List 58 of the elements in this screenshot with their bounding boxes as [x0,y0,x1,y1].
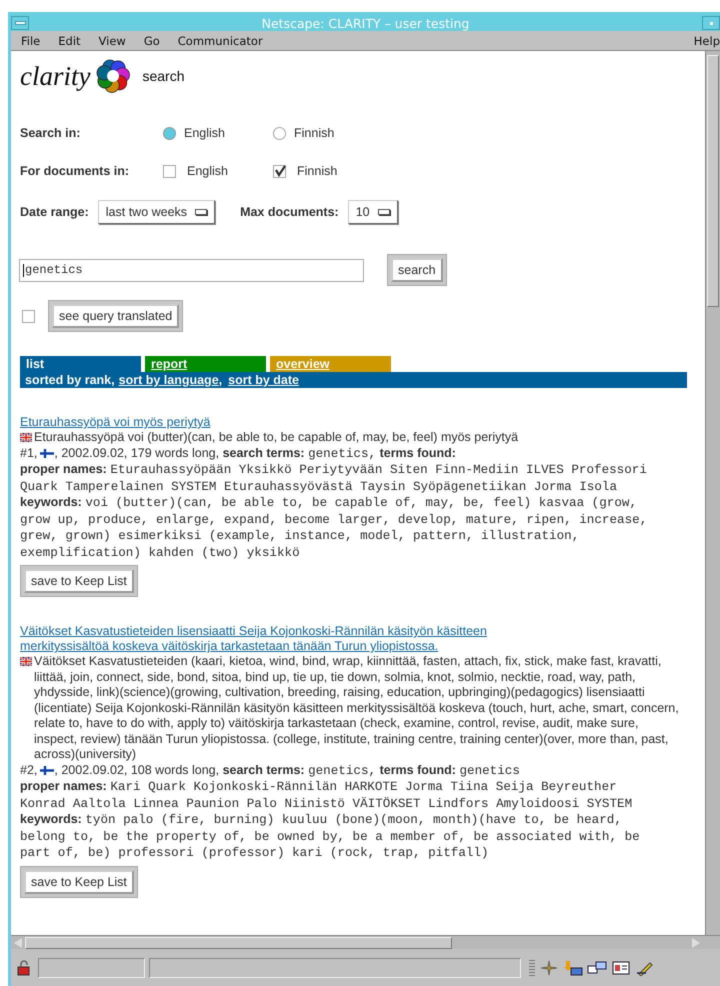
view-tab[interactable]: list [20,356,141,372]
menu-item[interactable]: File [13,34,50,48]
menu-item[interactable]: Go [136,34,170,48]
keywords-text: keywords: työn palo (fire, burning) kuuluu (bone)(moon, month)(have to, be heard, belong to, be the property of, be owned by, be a member of, be associated with, be part of, be) professori (professor) kari (rock, trap, pitfall) [20,812,641,862]
checkbox[interactable] [163,164,176,178]
translation-text: Väitökset Kasvatustieteiden (kaari, kietoa, wind, bind, wrap, kiinnittää, fasten, attach, fix, stick, make fast, kravatti, liittää, join, connect, side, bond, sitoa, bind up, tie up, tie down, solmia, knot, solmio, necktie, road, way, path, yhdysside, link)(science)(growing, cultivation, breeding, raising, education, upbringing)(pedagogics) lisensiaatti (licentiate) Seija Kojonkoski-Rännilän käsityön käsitteen merkityssisältöä koskeva (touch, hurt, ache, smart, concern, relate to, have to do with, apply to) väitöskirja tarkastetaan (check, examine, control, revise, audit, make sure, inspect, review) tänään Turun yliopistossa. (college, institute, training centre, training center)(over, more than, past, across)(university) [34,654,680,762]
see-query-translated-button[interactable]: see query translated [48,300,184,332]
date-range-dropdown[interactable]: last two weeks [98,200,216,224]
checkbox[interactable] [22,310,35,322]
save-to-keep-list-button[interactable]: save to Keep List [20,866,138,898]
radio-button[interactable] [273,126,286,140]
field-label: Date range: [20,205,89,219]
result-meta-text: , 2002.09.02, 179 words long, search terms: genetics, terms found: [54,446,456,462]
chat-bubbles-icon[interactable] [587,960,607,976]
radio-label: English [184,126,225,140]
result-meta-text: , 2002.09.02, 108 words long, search terms: genetics, terms found: genetics [54,762,520,779]
sort-link[interactable]: sort by language [118,372,219,388]
search-field[interactable]: genetics [19,258,364,282]
radio-label: Finnish [294,126,334,140]
minimize-button[interactable] [702,16,720,30]
field-label: For documents in: [20,164,130,178]
inbox-icon[interactable] [563,960,583,976]
window-menu-button[interactable] [11,16,29,30]
checkbox-label: English [187,164,228,178]
keywords-text: keywords: voi (butter)(can, be able to, be capable of, may, be, feel) kasvaa (grow, grow up, produce, enlarge, expand, become larger, develop, mature, ripen, increase, grew, grown) esimerkiksi (example, instance, model, pattern, illustration, exemplification) kahden (two) yksikkö [20,495,648,561]
window-title: Netscape: CLARITY – user testing [260,16,470,30]
pen-icon[interactable] [635,960,655,976]
address-card-icon[interactable] [611,960,631,976]
max-documents-dropdown[interactable]: 10 [348,200,398,224]
rank-text: #2, [20,762,38,778]
search-button[interactable]: search [387,254,447,286]
sort-label: sorted by rank, [25,372,115,388]
result-title-link[interactable]: Eturauhassyöpä voi myös periytyä [20,415,565,430]
checkbox[interactable] [273,164,286,178]
rank-text: #1, [20,446,38,461]
separator-text: , [218,372,222,388]
field-label: Search in: [20,126,82,140]
page-title: search [142,68,185,84]
checkbox-label: Finnish [297,164,338,178]
uk-flag-icon [20,433,32,442]
finnish-flag-icon [40,766,54,774]
finnish-flag-icon [40,448,54,458]
save-to-keep-list-button[interactable]: save to Keep List [20,565,138,597]
logo-text: clarity [20,60,90,92]
radio-button[interactable] [163,126,176,140]
translation-text: Eturauhassyöpä voi (butter)(can, be able to, be capable of, may, be, feel) myös periytyä [34,430,518,446]
field-label: Max documents: [240,205,339,219]
vertical-scrollbar[interactable] [705,51,720,935]
uk-flag-icon [20,657,32,666]
menu-item[interactable]: Edit [50,34,91,48]
menu-item[interactable]: Communicator [170,34,273,48]
sort-link[interactable]: sort by date [228,372,299,388]
horizontal-scrollbar[interactable] [11,935,720,949]
result-title-link[interactable]: Väitökset Kasvatustieteiden lisensiaatti Seija Kojonkoski-Rännilän käsityön käsitteen merkityssisältöä koskeva väitöskirja tarkastetaan tänään Turun yliopistossa. [20,624,565,654]
help-menu[interactable]: Help [686,34,720,48]
view-tab[interactable]: report [145,356,266,372]
menu-item[interactable]: View [90,34,136,48]
flower-logo-icon [96,59,130,93]
